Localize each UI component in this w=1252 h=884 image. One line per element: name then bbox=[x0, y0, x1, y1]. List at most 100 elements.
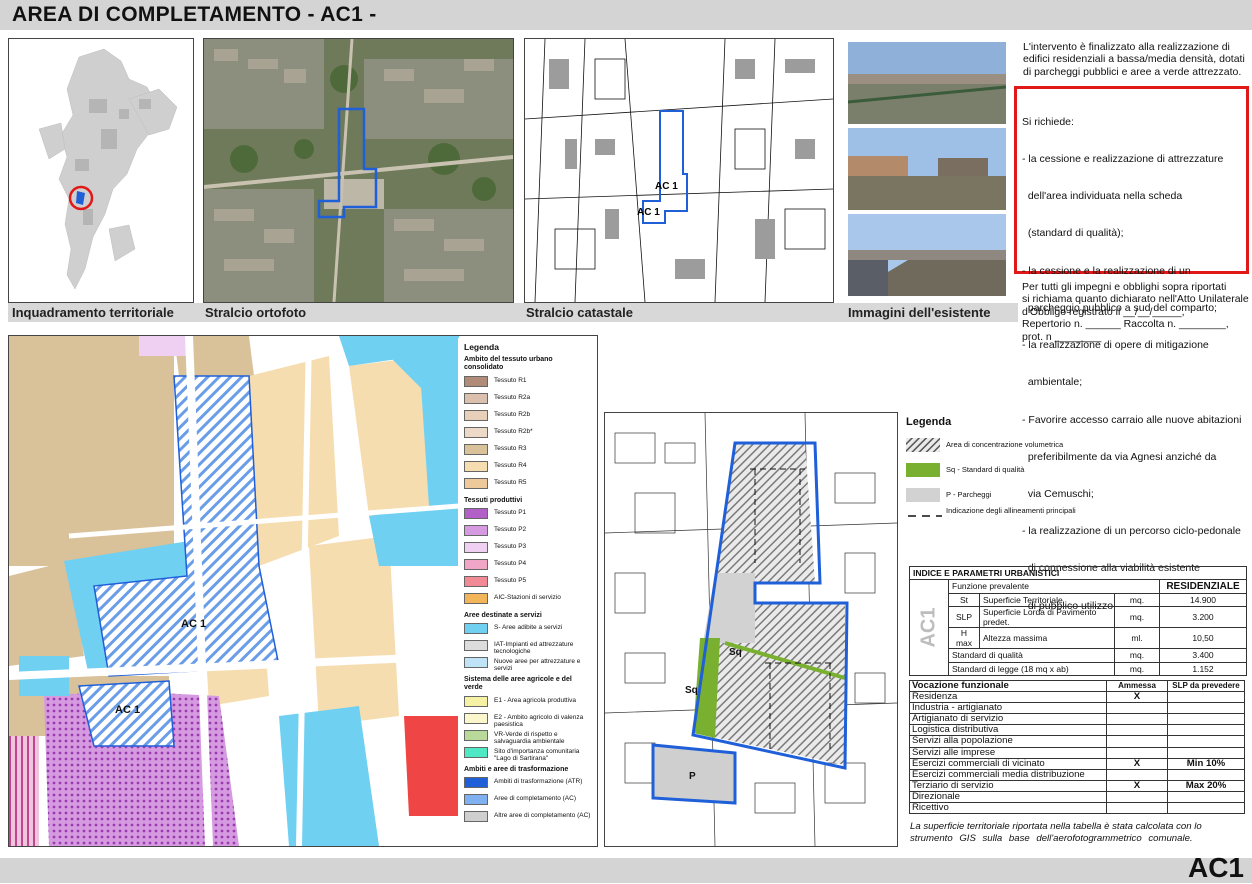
requirement-line: - la cessione e realizzazione di attrezz… bbox=[1022, 153, 1224, 166]
indices-desc: Superficie Lorda di Pavimento predet. bbox=[979, 606, 1115, 629]
zoning-legend-item: E1 - Area agricola produttiva bbox=[494, 697, 577, 704]
indices-row: St Superficie Territoriale mq. 14.900 bbox=[948, 592, 1247, 608]
zoning-legend-item: Tessuto R1 bbox=[494, 377, 527, 384]
vocazione-slp: Max 20% bbox=[1167, 779, 1245, 792]
intro-line: di parcheggi pubblici e aree a verde att… bbox=[1023, 65, 1242, 78]
vocazione-table: Vocazione funzionale Ammessa SLP da preved… bbox=[909, 679, 1245, 815]
scheme-legend-item: Area di concentrazione volumetrica bbox=[946, 440, 1064, 449]
vocazione-ammessa bbox=[1106, 702, 1168, 715]
note-line: strumento GIS sulla base dell'aerofotogr… bbox=[910, 833, 1193, 844]
intro-text: L'intervento è finalizzato alla realizza… bbox=[1023, 41, 1251, 78]
vocazione-slp bbox=[1167, 746, 1245, 759]
requirements-heading: Si richiede: bbox=[1022, 115, 1074, 128]
zoning-legend-swatch bbox=[464, 811, 488, 822]
photo-2 bbox=[848, 128, 1006, 210]
zoning-legend-item: Tessuto R4 bbox=[494, 462, 527, 469]
obligations-text: Per tutti gli impegni e obblighi sopra r… bbox=[1022, 281, 1251, 343]
vocazione-ammessa bbox=[1106, 724, 1168, 737]
zoning-legend-swatch bbox=[464, 542, 488, 553]
indices-row: H max Altezza massima ml. 10,50 bbox=[948, 627, 1247, 650]
vocazione-header-row: Vocazione funzionale Ammessa SLP da preved… bbox=[909, 679, 1245, 693]
vocazione-row: Ricettivo bbox=[909, 802, 1245, 815]
zoning-legend-item: Tessuto R2a bbox=[494, 394, 531, 401]
scheme-label-p: P bbox=[689, 771, 696, 782]
vocazione-ammessa: X bbox=[1106, 691, 1168, 704]
indices-desc: Funzione prevalente bbox=[948, 579, 1160, 594]
vocazione-name: Direzionale bbox=[909, 790, 1107, 804]
vocazione-ammessa bbox=[1106, 768, 1168, 781]
zoning-legend-item: Tessuto P4 bbox=[494, 560, 527, 567]
requirements-text: Si richiede: - la cessione e realizzazio… bbox=[1022, 91, 1250, 624]
obligation-line: si richiama quanto dichiarato nell'Atto … bbox=[1022, 293, 1249, 306]
indices-title: INDICE E PARAMETRI URBANISTICI bbox=[909, 566, 1247, 579]
zoning-legend-item: VR-Verde di rispetto e salvaguardia ambi… bbox=[494, 731, 565, 745]
vocazione-name: Artigianato di servizio bbox=[909, 713, 1107, 726]
zoning-label-ac1-2: AC 1 bbox=[115, 704, 141, 716]
vocazione-slp bbox=[1167, 802, 1245, 815]
zoning-legend-swatch bbox=[464, 376, 488, 387]
obligation-line: prot. n ________ bbox=[1022, 330, 1102, 343]
sheet-code: AC1 bbox=[1187, 852, 1244, 883]
requirement-line: ambientale; bbox=[1022, 376, 1083, 389]
zoning-legend-swatch bbox=[464, 410, 488, 421]
zoning-legend-swatch bbox=[464, 640, 488, 651]
zoning-legend-swatch bbox=[464, 478, 488, 489]
scheme-legend: Legenda Area di concentrazione volumetri… bbox=[906, 416, 1246, 536]
zoning-legend-swatch bbox=[464, 747, 488, 758]
zoning-legend-item: Tessuto R2b bbox=[494, 411, 531, 418]
zoning-legend-swatch bbox=[464, 508, 488, 519]
zoning-legend-item: IAT-Impianti ed attrezzature tecnologich… bbox=[494, 641, 574, 655]
vocazione-slp bbox=[1167, 724, 1245, 737]
vocazione-ammessa bbox=[1106, 790, 1168, 804]
requirement-line: dell'area individuata nella scheda bbox=[1022, 190, 1183, 203]
note-line: La superficie territoriale riportata nel… bbox=[910, 821, 1202, 832]
indices-value: RESIDENZIALE bbox=[1159, 579, 1247, 594]
indices-unit: mq. bbox=[1114, 648, 1160, 663]
zoning-legend-heading: Aree destinate a servizi bbox=[464, 612, 542, 619]
legend-swatch-parking bbox=[906, 488, 940, 502]
zoning-legend-item: Altre aree di completamento (AC) bbox=[494, 812, 591, 819]
intro-line: edifici residenziali a bassa/media densi… bbox=[1023, 53, 1245, 66]
zoning-legend-swatch bbox=[464, 444, 488, 455]
vocazione-slp: Min 10% bbox=[1167, 757, 1245, 770]
indices-desc: Superficie Territoriale bbox=[979, 592, 1115, 608]
zoning-legend-item: Aree di completamento (AC) bbox=[494, 795, 577, 802]
gis-note: La superficie territoriale riportata nel… bbox=[910, 821, 1245, 845]
zoning-legend-heading: Sistema delle aree agricole e del verde bbox=[464, 676, 572, 691]
zoning-legend-swatch bbox=[464, 777, 488, 788]
zoning-legend-swatch bbox=[464, 657, 488, 668]
zoning-legend-item: S- Aree adibite a servizi bbox=[494, 624, 563, 631]
vocazione-name: Esercizi commerciali media distribuzione bbox=[909, 768, 1107, 781]
zoning-legend-item: Tessuto P5 bbox=[494, 577, 527, 584]
indices-desc: Standard di legge (18 mq x ab) bbox=[948, 661, 1115, 677]
vocazione-slp bbox=[1167, 691, 1245, 704]
indices-symbol: St bbox=[948, 592, 980, 608]
vocazione-name: Servizi alle imprese bbox=[909, 746, 1107, 759]
vocazione-header: Ammessa bbox=[1106, 679, 1168, 693]
vocazione-name: Terziario di servizio bbox=[909, 779, 1107, 792]
indices-unit: mq. bbox=[1114, 592, 1160, 608]
zoning-legend-heading: Ambito del tessuto urbano consolidato bbox=[464, 356, 553, 371]
indices-unit: ml. bbox=[1114, 627, 1160, 650]
indices-unit: mq. bbox=[1114, 661, 1160, 677]
zoning-legend-swatch bbox=[464, 713, 488, 724]
scheme-label-sq2: Sq bbox=[685, 685, 698, 696]
obligation-line: d'Obbligo registrato il __/__/_____, bbox=[1022, 305, 1185, 318]
photo-3 bbox=[848, 214, 1006, 296]
zoning-legend-swatch bbox=[464, 576, 488, 587]
vocazione-row: Servizi alle imprese bbox=[909, 746, 1245, 759]
caption-territorial: Inquadramento territoriale bbox=[12, 305, 174, 320]
indices-value: 3.400 bbox=[1159, 648, 1247, 663]
vocazione-slp bbox=[1167, 790, 1245, 804]
vocazione-row: Artigianato di servizio bbox=[909, 713, 1245, 726]
zoning-legend-swatch bbox=[464, 696, 488, 707]
requirement-line: - la cessione e la realizzazione di un bbox=[1022, 264, 1191, 277]
indices-table-wrap: INDICE E PARAMETRI URBANISTICI AC1 Funzi… bbox=[909, 566, 1247, 677]
zoning-legend-item: AIC-Stazioni di servizio bbox=[494, 594, 561, 601]
scheme-legend-title: Legenda bbox=[906, 416, 952, 428]
caption-immagini: Immagini dell'esistente bbox=[848, 305, 991, 320]
zoning-legend-swatch bbox=[464, 730, 488, 741]
vocazione-name: Industria - artigianato bbox=[909, 702, 1107, 715]
vocazione-name: Logistica distributiva bbox=[909, 724, 1107, 737]
zoning-legend-title: Legenda bbox=[464, 342, 499, 352]
